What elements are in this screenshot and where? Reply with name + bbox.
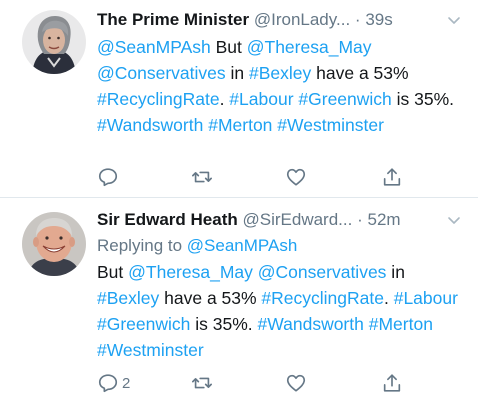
share-button[interactable] — [381, 164, 403, 190]
hashtag-link[interactable]: #Greenwich — [298, 89, 391, 109]
retweet-icon — [192, 171, 212, 183]
separator-dot: · — [354, 10, 361, 29]
replying-to: Replying to @SeanMPAsh — [97, 233, 464, 259]
reply-icon — [98, 168, 118, 187]
tweet-text: But @Theresa_May @Conservatives in #Bexl… — [97, 259, 464, 363]
tweet-text-segment: . — [383, 288, 394, 308]
hashtag-link[interactable]: #Westminster — [277, 115, 384, 135]
hashtag-link[interactable]: #Bexley — [249, 63, 311, 83]
share-icon — [383, 168, 401, 186]
avatar-photo — [22, 10, 86, 74]
hashtag-link[interactable]: #Merton — [369, 314, 433, 334]
avatar[interactable] — [22, 10, 86, 74]
mention-link[interactable]: @Theresa_May — [247, 37, 372, 57]
retweet-button[interactable] — [191, 164, 213, 190]
separator-dot: · — [357, 210, 363, 229]
tweet-actions — [97, 164, 417, 190]
hashtag-link[interactable]: #Greenwich — [97, 314, 190, 334]
tweet-text-segment: have a 53% — [159, 288, 262, 308]
retweet-icon — [192, 377, 212, 389]
reply-count: 2 — [122, 374, 131, 392]
mention-link[interactable]: @Conservatives — [97, 63, 226, 83]
hashtag-link[interactable]: #Bexley — [97, 288, 159, 308]
mention-link[interactable]: @Theresa_May — [128, 262, 253, 282]
chevron-down-icon[interactable] — [446, 12, 462, 28]
tweet-header: Sir Edward Heath @SirEdward... · 52m — [97, 208, 464, 232]
tweet-text-segment: in — [386, 262, 405, 282]
share-button[interactable] — [381, 370, 403, 396]
hashtag-link[interactable]: #Merton — [208, 115, 272, 135]
timestamp[interactable]: 39s — [365, 10, 392, 29]
reply-button[interactable]: 2 — [97, 370, 130, 396]
hashtag-link[interactable]: #Labour — [394, 288, 458, 308]
tweet-text-segment: is 35%. — [391, 89, 455, 109]
tweet-text-segment: But — [210, 37, 247, 57]
username[interactable]: @IronLady... — [254, 10, 350, 29]
heart-icon — [286, 168, 306, 186]
like-button[interactable] — [285, 370, 307, 396]
like-button[interactable] — [285, 164, 307, 190]
reply-icon — [98, 374, 118, 393]
hashtag-link[interactable]: #RecyclingRate — [261, 288, 384, 308]
avatar[interactable] — [22, 212, 86, 276]
hashtag-link[interactable]: #Wandsworth — [97, 115, 203, 135]
display-name[interactable]: Sir Edward Heath — [97, 210, 238, 229]
hashtag-link[interactable]: #Westminster — [97, 340, 204, 360]
timestamp[interactable]: 52m — [368, 210, 401, 229]
mention-link[interactable]: @Conservatives — [258, 262, 387, 282]
tweet-text-segment: . — [219, 89, 230, 109]
share-icon — [383, 374, 401, 392]
hashtag-link[interactable]: #Labour — [229, 89, 293, 109]
mention-link[interactable]: @SeanMPAsh — [97, 37, 211, 57]
reply-button[interactable] — [97, 164, 122, 190]
hashtag-link[interactable]: #Wandsworth — [258, 314, 364, 334]
username[interactable]: @SirEdward... — [243, 210, 353, 229]
tweet-actions: 2 — [97, 370, 417, 396]
avatar-photo — [22, 212, 86, 276]
tweet-header: The Prime Minister @IronLady... · 39s — [97, 8, 464, 32]
tweet[interactable]: The Prime Minister @IronLady... · 39s @S… — [0, 0, 478, 197]
tweet-text-segment: have a 53% — [311, 63, 409, 83]
chevron-down-icon[interactable] — [446, 212, 462, 228]
replying-to-handle[interactable]: @SeanMPAsh — [187, 236, 298, 255]
tweet-text-segment: is 35%. — [190, 314, 258, 334]
retweet-button[interactable] — [191, 370, 213, 396]
tweet-text-segment: in — [225, 63, 250, 83]
tweet-text: @SeanMPAsh But @Theresa_May @Conservativ… — [97, 34, 464, 138]
replying-to-label: Replying to — [97, 236, 187, 255]
heart-icon — [286, 374, 306, 392]
hashtag-link[interactable]: #RecyclingRate — [97, 89, 220, 109]
tweet-text-segment: But — [97, 262, 129, 282]
tweet[interactable]: Sir Edward Heath @SirEdward... · 52m Rep… — [0, 197, 478, 400]
display-name[interactable]: The Prime Minister — [97, 10, 249, 29]
